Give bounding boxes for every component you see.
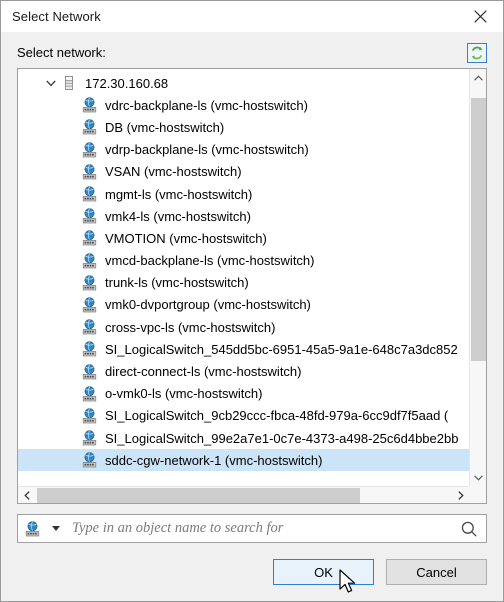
- network-icon: [82, 275, 97, 291]
- field-label-row: Select network:: [17, 32, 487, 68]
- search-input[interactable]: [63, 519, 458, 538]
- tree-item-label: SI_LogicalSwitch_99e2a7e1-0c7e-4373-a498…: [105, 430, 459, 446]
- tree-item[interactable]: DB (vmc-hostswitch): [18, 116, 469, 138]
- tree-item[interactable]: direct-connect-ls (vmc-hostswitch): [18, 360, 469, 382]
- tree-item-label: vmk0-dvportgroup (vmc-hostswitch): [105, 297, 311, 313]
- network-icon: [82, 252, 97, 268]
- network-icon: [82, 297, 97, 313]
- title-bar: Select Network: [1, 1, 503, 32]
- tree-item-label: vmcd-backplane-ls (vmc-hostswitch): [105, 253, 315, 269]
- scroll-right-icon[interactable]: [452, 487, 469, 503]
- network-icon: [82, 208, 97, 224]
- search-type-dropdown[interactable]: [24, 520, 63, 537]
- tree-item-label: vmk4-ls (vmc-hostswitch): [105, 208, 251, 224]
- tree-item[interactable]: cross-vpc-ls (vmc-hostswitch): [18, 316, 469, 338]
- tree-item[interactable]: SI_LogicalSwitch_545dd5bc-6951-45a5-9a1e…: [18, 338, 469, 360]
- host-icon: [65, 76, 73, 91]
- tree-item[interactable]: o-vmk0-ls (vmc-hostswitch): [18, 383, 469, 405]
- tree-item[interactable]: vdrc-backplane-ls (vmc-hostswitch): [18, 94, 469, 116]
- tree-item[interactable]: VSAN (vmc-hostswitch): [18, 161, 469, 183]
- network-icon: [82, 408, 97, 424]
- chevron-down-icon[interactable]: [43, 75, 59, 91]
- vertical-scroll-thumb[interactable]: [471, 98, 486, 361]
- tree-item[interactable]: vmk4-ls (vmc-hostswitch): [18, 205, 469, 227]
- scroll-left-icon[interactable]: [18, 487, 35, 503]
- tree-item[interactable]: vmcd-backplane-ls (vmc-hostswitch): [18, 250, 469, 272]
- tree-item[interactable]: VMOTION (vmc-hostswitch): [18, 227, 469, 249]
- select-network-dialog: Select Network Select network: 172.30.16…: [0, 0, 504, 602]
- network-icon: [82, 164, 97, 180]
- tree-item-label: mgmt-ls (vmc-hostswitch): [105, 186, 253, 202]
- window-title: Select Network: [12, 9, 101, 24]
- select-network-label: Select network:: [17, 45, 106, 60]
- tree-item-label: direct-connect-ls (vmc-hostswitch): [105, 364, 302, 380]
- tree-viewport: 172.30.160.68 vdrc-backplane-ls (vmc-host…: [18, 69, 469, 486]
- network-icon: [82, 319, 97, 335]
- network-icon: [82, 430, 97, 446]
- tree-item-label: vdrp-backplane-ls (vmc-hostswitch): [105, 142, 309, 158]
- tree-root-node[interactable]: 172.30.160.68: [18, 72, 469, 94]
- tree-item[interactable]: vmk0-dvportgroup (vmc-hostswitch): [18, 294, 469, 316]
- network-icon: [82, 452, 97, 468]
- dialog-body: Select network: 172.30.160.68 vdrc-backpl…: [1, 32, 503, 543]
- tree-item-label: sddc-cgw-network-1 (vmc-hostswitch): [105, 452, 323, 468]
- tree-item[interactable]: SI_LogicalSwitch_99e2a7e1-0c7e-4373-a498…: [18, 427, 469, 449]
- tree-item-label: VMOTION (vmc-hostswitch): [105, 230, 267, 246]
- refresh-icon[interactable]: [467, 42, 487, 63]
- tree-item-label: o-vmk0-ls (vmc-hostswitch): [105, 386, 263, 402]
- search-icon[interactable]: [458, 521, 480, 537]
- network-icon: [82, 97, 97, 113]
- ok-button[interactable]: OK: [273, 559, 374, 585]
- tree-item-label: DB (vmc-hostswitch): [105, 119, 225, 135]
- tree-item[interactable]: sddc-cgw-network-1 (vmc-hostswitch): [18, 449, 469, 472]
- tree-vertical-scrollbar[interactable]: [469, 69, 486, 486]
- cancel-button[interactable]: Cancel: [386, 559, 487, 585]
- network-icon: [82, 186, 97, 202]
- tree-item-label: trunk-ls (vmc-hostswitch): [105, 275, 249, 291]
- chevron-down-icon: [52, 526, 60, 531]
- tree-item[interactable]: SI_LogicalSwitch_9cb29ccc-fbca-48fd-979a…: [18, 405, 469, 427]
- close-icon[interactable]: [458, 1, 503, 31]
- dialog-footer: OK Cancel: [1, 543, 503, 601]
- network-icon: [25, 520, 40, 536]
- tree-item[interactable]: vdrp-backplane-ls (vmc-hostswitch): [18, 139, 469, 161]
- network-icon: [82, 341, 97, 357]
- horizontal-scroll-thumb[interactable]: [37, 488, 360, 503]
- tree-item-label: VSAN (vmc-hostswitch): [105, 164, 242, 180]
- tree-item[interactable]: mgmt-ls (vmc-hostswitch): [18, 183, 469, 205]
- network-icon: [82, 363, 97, 379]
- network-icon: [82, 119, 97, 135]
- scroll-down-icon[interactable]: [470, 469, 486, 486]
- network-icon: [82, 385, 97, 402]
- scrollbar-corner: [469, 486, 486, 503]
- network-tree[interactable]: 172.30.160.68 vdrc-backplane-ls (vmc-host…: [17, 68, 487, 504]
- tree-item[interactable]: trunk-ls (vmc-hostswitch): [18, 272, 469, 294]
- tree-item-label: vdrc-backplane-ls (vmc-hostswitch): [105, 97, 308, 113]
- tree-horizontal-scrollbar[interactable]: [18, 486, 469, 503]
- tree-item-label: cross-vpc-ls (vmc-hostswitch): [105, 319, 276, 335]
- tree-item-label: SI_LogicalSwitch_545dd5bc-6951-45a5-9a1e…: [105, 341, 458, 357]
- search-bar[interactable]: [17, 514, 487, 543]
- tree-list: 172.30.160.68 vdrc-backplane-ls (vmc-host…: [18, 69, 469, 472]
- tree-item-label: SI_LogicalSwitch_9cb29ccc-fbca-48fd-979a…: [105, 408, 449, 424]
- scroll-up-icon[interactable]: [470, 69, 486, 86]
- network-icon: [82, 141, 97, 158]
- tree-root-label: 172.30.160.68: [85, 75, 169, 91]
- network-icon: [82, 230, 97, 246]
